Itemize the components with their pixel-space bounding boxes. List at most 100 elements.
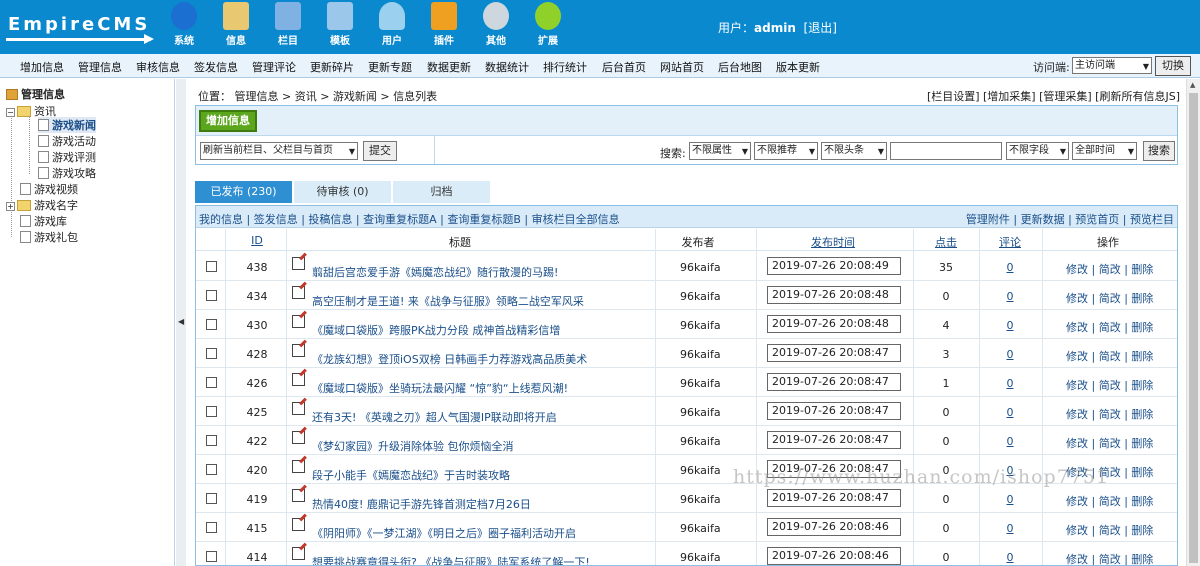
time-select[interactable]: 全部时间 ▼ xyxy=(1072,142,1137,160)
subnav-item-8[interactable]: 数据统计 xyxy=(485,59,529,75)
expand-icon[interactable]: + xyxy=(6,202,15,211)
edit-doc-icon[interactable] xyxy=(292,547,305,560)
row-time-input[interactable]: 2019-07-26 20:08:47 xyxy=(767,431,901,449)
row-title-link[interactable]: 《梦幻家园》升级消除体验 包你烦恼全消 xyxy=(312,438,514,454)
subnav-item-9[interactable]: 排行统计 xyxy=(543,59,587,75)
row-ops-links[interactable]: 修改 | 简改 | 删除 xyxy=(1066,261,1153,277)
top-nav-gear[interactable]: 其他 xyxy=(474,2,518,52)
row-comments-link[interactable]: 0 xyxy=(990,435,1030,448)
top-nav-globe[interactable]: 系统 xyxy=(162,2,206,52)
row-ops-links[interactable]: 修改 | 简改 | 删除 xyxy=(1066,551,1153,565)
row-checkbox[interactable] xyxy=(206,290,217,301)
row-title-link[interactable]: 《魔域口袋版》坐骑玩法最闪耀 “惊”豹“上线惹风潮! xyxy=(312,380,568,396)
row-time-input[interactable]: 2019-07-26 20:08:47 xyxy=(767,344,901,362)
subnav-item-7[interactable]: 数据更新 xyxy=(427,59,471,75)
row-title-link[interactable]: 想要挑战赛章得头衔? 《战争与征服》陆军系统了解一下! xyxy=(312,554,590,565)
submit-button[interactable]: 提交 xyxy=(363,141,397,161)
top-nav-window[interactable]: 模板 xyxy=(318,2,362,52)
subnav-item-11[interactable]: 网站首页 xyxy=(660,59,704,75)
edit-doc-icon[interactable] xyxy=(292,315,305,328)
column-clicks[interactable]: 点击 xyxy=(926,234,966,250)
row-checkbox[interactable] xyxy=(206,377,217,388)
tree-node-gift[interactable]: 游戏礼包 xyxy=(20,229,78,245)
sidebar-splitter[interactable]: ◀ xyxy=(176,79,186,566)
row-checkbox[interactable] xyxy=(206,406,217,417)
row-checkbox[interactable] xyxy=(206,348,217,359)
subnav-item-0[interactable]: 增加信息 xyxy=(20,59,64,75)
top-nav-plus[interactable]: 扩展 xyxy=(526,2,570,52)
top-nav-tools[interactable]: 插件 xyxy=(422,2,466,52)
top-nav-user[interactable]: 用户 xyxy=(370,2,414,52)
row-time-input[interactable]: 2019-07-26 20:08:49 xyxy=(767,257,901,275)
logout-link[interactable]: [退出] xyxy=(804,21,837,35)
row-title-link[interactable]: 高空压制才是王道! 来《战争与征服》领略二战空军风采 xyxy=(312,293,584,309)
edit-doc-icon[interactable] xyxy=(292,431,305,444)
subnav-item-1[interactable]: 管理信息 xyxy=(78,59,122,75)
attribute-filter-select[interactable]: 不限属性 ▼ xyxy=(689,142,751,160)
top-nav-folder[interactable]: 栏目 xyxy=(266,2,310,52)
tab-published[interactable]: 已发布 (230) xyxy=(195,181,292,203)
refresh-select[interactable]: 刷新当前栏目、父栏目与首页 ▼ xyxy=(200,142,358,160)
empirecms-logo[interactable]: EmpireCMS xyxy=(6,8,156,46)
tree-node-news[interactable]: 游戏新闻 xyxy=(38,117,96,133)
tab-pending[interactable]: 待审核 (0) xyxy=(294,181,391,203)
edit-doc-icon[interactable] xyxy=(292,489,305,502)
collapse-arrow-icon[interactable]: ◀ xyxy=(178,317,184,326)
row-time-input[interactable]: 2019-07-26 20:08:48 xyxy=(767,286,901,304)
row-title-link[interactable]: 翦甜后宫恋爱手游《嫣魔恋战纪》随行散漫的马踢! xyxy=(312,264,558,280)
visit-select[interactable]: 主访问端 ▼ xyxy=(1072,57,1152,74)
subnav-item-4[interactable]: 管理评论 xyxy=(252,59,296,75)
row-title-link[interactable]: 热情40度! 鹿鼎记手游先锋首测定档7月26日 xyxy=(312,496,531,512)
row-comments-link[interactable]: 0 xyxy=(990,522,1030,535)
column-time[interactable]: 发布时间 xyxy=(756,234,910,250)
row-checkbox[interactable] xyxy=(206,551,217,562)
row-comments-link[interactable]: 0 xyxy=(990,377,1030,390)
tree-node-activity[interactable]: 游戏活动 xyxy=(38,133,96,149)
action-links-right[interactable]: 管理附件 | 更新数据 | 预览首页 | 预览栏目 xyxy=(966,211,1174,227)
subnav-item-2[interactable]: 审核信息 xyxy=(136,59,180,75)
row-checkbox[interactable] xyxy=(206,464,217,475)
row-comments-link[interactable]: 0 xyxy=(990,348,1030,361)
row-time-input[interactable]: 2019-07-26 20:08:47 xyxy=(767,402,901,420)
search-button[interactable]: 搜索 xyxy=(1143,141,1175,161)
row-ops-links[interactable]: 修改 | 简改 | 删除 xyxy=(1066,522,1153,538)
edit-doc-icon[interactable] xyxy=(292,402,305,415)
row-time-input[interactable]: 2019-07-26 20:08:48 xyxy=(767,315,901,333)
row-title-link[interactable]: 《龙族幻想》登顶iOS双榜 日韩画手力荐游戏高品质美术 xyxy=(312,351,587,367)
add-info-button[interactable]: 增加信息 xyxy=(199,110,257,132)
subnav-item-12[interactable]: 后台地图 xyxy=(718,59,762,75)
page-scrollbar[interactable]: ▲ xyxy=(1186,79,1200,566)
edit-doc-icon[interactable] xyxy=(292,373,305,386)
subnav-item-10[interactable]: 后台首页 xyxy=(602,59,646,75)
row-comments-link[interactable]: 0 xyxy=(990,551,1030,564)
row-comments-link[interactable]: 0 xyxy=(990,290,1030,303)
column-id[interactable]: ID xyxy=(231,234,283,247)
row-comments-link[interactable]: 0 xyxy=(990,493,1030,506)
row-checkbox[interactable] xyxy=(206,493,217,504)
row-title-link[interactable]: 《魔域口袋版》跨服PK战力分段 成神首战精彩信增 xyxy=(312,322,560,338)
row-checkbox[interactable] xyxy=(206,319,217,330)
tree-node-names[interactable]: + 游戏名字 xyxy=(6,197,78,213)
row-title-link[interactable]: 段子小能手《嫣魔恋战纪》于吉时装攻略 xyxy=(312,467,510,483)
row-title-link[interactable]: 还有3天! 《英魂之刃》超人气国漫IP联动即将开启 xyxy=(312,409,557,425)
subnav-item-5[interactable]: 更新碎片 xyxy=(310,59,354,75)
action-links-left[interactable]: 我的信息 | 签发信息 | 投稿信息 | 查询重复标题A | 查询重复标题B |… xyxy=(199,211,620,227)
row-checkbox[interactable] xyxy=(206,522,217,533)
tree-node-review[interactable]: 游戏评测 xyxy=(38,149,96,165)
subnav-item-3[interactable]: 签发信息 xyxy=(194,59,238,75)
scroll-thumb[interactable] xyxy=(1189,93,1198,563)
edit-doc-icon[interactable] xyxy=(292,460,305,473)
subnav-item-13[interactable]: 版本更新 xyxy=(776,59,820,75)
row-ops-links[interactable]: 修改 | 简改 | 删除 xyxy=(1066,493,1153,509)
row-time-input[interactable]: 2019-07-26 20:08:46 xyxy=(767,518,901,536)
row-ops-links[interactable]: 修改 | 简改 | 删除 xyxy=(1066,348,1153,364)
row-comments-link[interactable]: 0 xyxy=(990,261,1030,274)
tree-node-video[interactable]: 游戏视频 xyxy=(20,181,78,197)
row-comments-link[interactable]: 0 xyxy=(990,406,1030,419)
field-select[interactable]: 不限字段 ▼ xyxy=(1006,142,1069,160)
scroll-up-icon[interactable]: ▲ xyxy=(1190,81,1195,89)
tab-archive[interactable]: 归档 xyxy=(393,181,490,203)
search-input[interactable] xyxy=(890,142,1002,160)
top-nav-document-pencil[interactable]: 信息 xyxy=(214,2,258,52)
switch-button[interactable]: 切换 xyxy=(1155,56,1191,76)
